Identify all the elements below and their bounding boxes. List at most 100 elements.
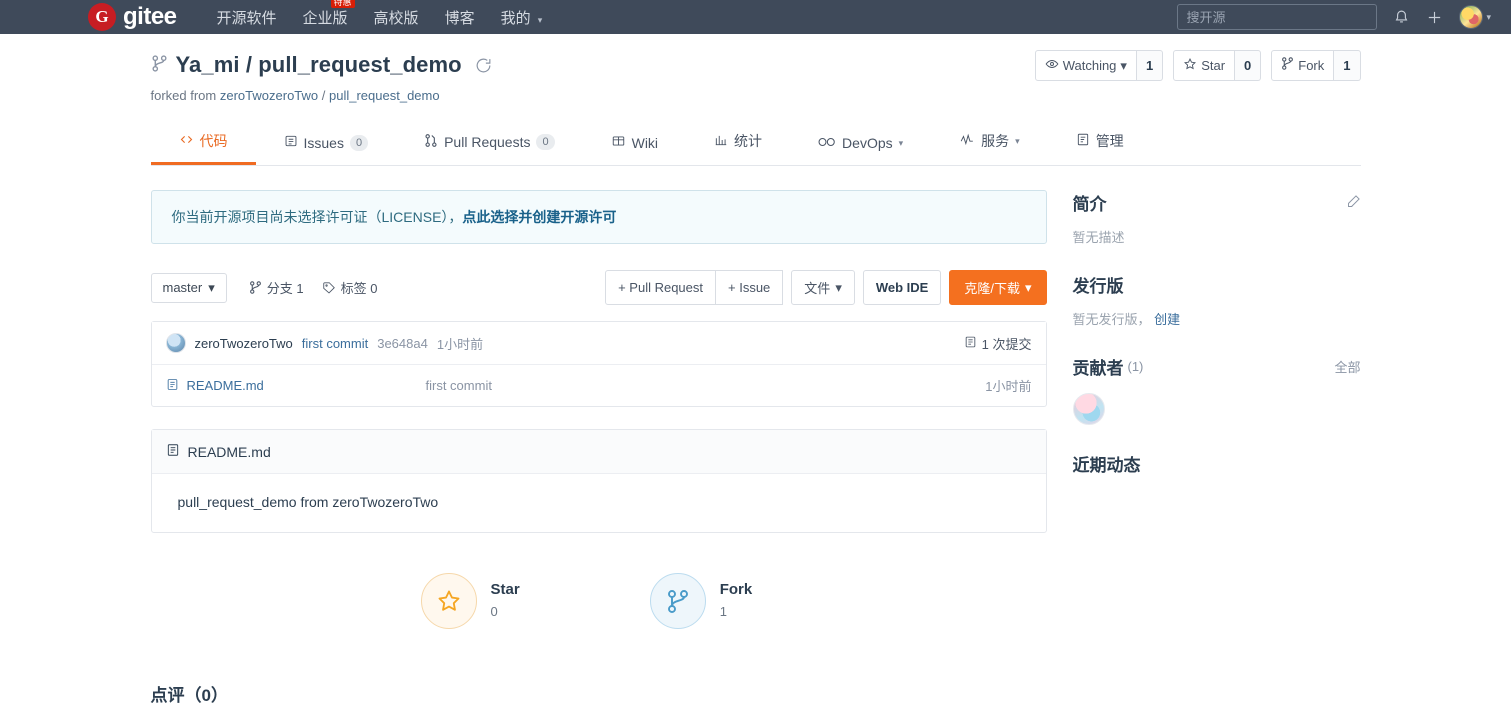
bell-icon[interactable] [1393,9,1410,26]
chevron-down-icon: ▾ [1024,279,1032,295]
issue-icon [284,134,298,151]
watch-count[interactable]: 1 [1136,50,1164,81]
star-icon [1183,57,1197,75]
sidebar-section-about: 简介 暂无描述 [1073,190,1361,246]
sidebar-section-activity: 近期动态 [1073,451,1361,476]
big-fork-action[interactable]: Fork 1 [649,573,753,629]
title-separator: / [245,52,253,77]
file-name-link[interactable]: README.md [166,377,426,395]
enterprise-promo-badge: 特惠 [330,0,355,8]
commit-sha[interactable]: 3e648a4 [377,336,428,351]
branch-selector[interactable]: master ▾ [150,272,227,303]
big-star-action[interactable]: Star 0 [420,573,520,629]
code-icon [179,132,194,150]
tab-count: 0 [349,134,369,151]
sync-icon[interactable] [474,56,493,75]
readme-title: README.md [187,443,271,460]
big-fork-text: Fork 1 [720,579,753,624]
clone-download-button[interactable]: 克隆/下载 ▾ [949,270,1047,305]
file-icon [166,442,180,461]
contributor-avatar[interactable] [1072,393,1105,425]
repository-owner[interactable]: Ya_mi [176,52,240,77]
file-icon [166,377,179,395]
tab-label: Wiki [631,134,659,151]
files-dropdown-button[interactable]: 文件 ▾ [791,270,855,305]
license-notice-text: 你当前开源项目尚未选择许可证（LICENSE）， [171,209,463,225]
chevron-down-icon: ▾ [835,279,842,295]
watch-button[interactable]: Watching ▾ [1034,50,1137,81]
edit-icon[interactable] [1346,194,1361,212]
sidebar-section-releases: 发行版 暂无发行版， 创建 [1073,272,1361,328]
main-nav-links: 开源软件 特惠 企业版 高校版 博客 我的 ▾ [217,0,543,28]
tab-manage[interactable]: 管理 [1048,121,1152,165]
gitee-logo[interactable]: G gitee [88,3,177,31]
new-pull-request-button[interactable]: + Pull Request [605,270,717,305]
branch-icon [249,280,262,295]
tags-link[interactable]: 标签 0 [322,278,377,297]
big-star-label: Star [490,580,520,598]
fork-icon [1281,56,1294,75]
fork-icon [151,54,168,76]
tab-code[interactable]: 代码 [150,121,256,165]
repository-actions: Watching ▾ 1 Star 0 Fork 1 [1034,50,1361,81]
license-notice-banner: 你当前开源项目尚未选择许可证（LICENSE），点此选择并创建开源许可 [150,190,1047,244]
star-button-group: Star 0 [1173,50,1262,81]
star-icon [420,573,477,629]
nav-right-group: ▾ [1177,4,1491,30]
tab-count: 0 [536,134,555,150]
branches-link[interactable]: 分支 1 [249,278,304,297]
comments-section-title: 点评（0） [150,686,228,705]
forked-from-repo-link[interactable]: pull_request_demo [329,88,440,103]
tab-devops[interactable]: DevOps ▾ [790,125,931,165]
chart-icon [714,133,728,150]
web-ide-button[interactable]: Web IDE [862,270,942,305]
sidebar-section-contributors: 贡献者 (1) 全部 [1072,354,1361,425]
contributors-all-link[interactable]: 全部 [1334,357,1360,376]
tab-wiki[interactable]: Wiki [583,124,686,165]
table-row[interactable]: README.md first commit 1小时前 [152,365,1046,406]
nav-link-enterprise[interactable]: 特惠 企业版 [303,0,355,28]
chevron-down-icon: ▾ [537,14,543,25]
fork-button[interactable]: Fork [1271,50,1335,81]
repository-header: Ya_mi / pull_request_demo forked from ze… [151,34,1361,103]
new-issue-button[interactable]: + Issue [715,270,784,305]
star-button[interactable]: Star [1173,50,1236,81]
nav-link-opensource[interactable]: 开源软件 [217,7,277,28]
tab-services[interactable]: 服务 ▾ [931,121,1048,165]
big-star-count: 0 [490,604,498,619]
nav-link-label: 开源软件 [216,9,277,27]
activity-title: 近期动态 [1072,456,1141,475]
repository-name[interactable]: pull_request_demo [258,52,461,77]
license-notice-link[interactable]: 点此选择并创建开源许可 [462,209,616,225]
commit-author-avatar[interactable] [165,333,186,353]
top-navigation-bar: G gitee 开源软件 特惠 企业版 高校版 博客 我的 ▾ 搜开源 ▾ [0,0,1511,34]
tab-issues[interactable]: Issues 0 [256,124,397,165]
clone-download-label: 克隆/下载 [964,281,1020,296]
branches-label: 分支 1 [266,281,304,296]
commit-author-name[interactable]: zeroTwozeroTwo [195,336,293,351]
tab-statistics[interactable]: 统计 [686,121,790,165]
tab-pull-requests[interactable]: Pull Requests 0 [396,123,583,165]
about-title: 简介 [1072,195,1107,214]
fork-count[interactable]: 1 [1334,50,1361,81]
nav-link-university[interactable]: 高校版 [374,7,419,28]
big-star-text: Star 0 [491,579,520,624]
gitee-logo-icon: G [88,3,116,31]
watch-button-group: Watching ▾ 1 [1034,50,1164,81]
page-container: Ya_mi / pull_request_demo forked from ze… [150,34,1361,706]
forked-from-owner-link[interactable]: zeroTwozeroTwo [220,88,318,103]
nav-link-mine[interactable]: 我的 ▾ [501,7,543,28]
plus-icon[interactable] [1426,9,1443,26]
readme-content: pull_request_demo from zeroTwozeroTwo [177,494,439,510]
latest-commit-row: zeroTwozeroTwo first commit 3e648a4 1小时前… [151,322,1046,365]
star-count[interactable]: 0 [1235,50,1262,81]
fork-button-label: Fork [1298,57,1325,73]
nav-link-blog[interactable]: 博客 [445,7,475,28]
user-avatar[interactable]: ▾ [1459,5,1491,29]
nav-link-label: 博客 [444,9,475,27]
commit-count-link[interactable]: 1 次提交 [964,334,1032,353]
commit-message-link[interactable]: first commit [302,336,368,351]
readme-panel: README.md pull_request_demo from zeroTwo… [150,429,1047,533]
search-input[interactable] [1177,4,1378,30]
create-release-link[interactable]: 创建 [1154,312,1180,327]
